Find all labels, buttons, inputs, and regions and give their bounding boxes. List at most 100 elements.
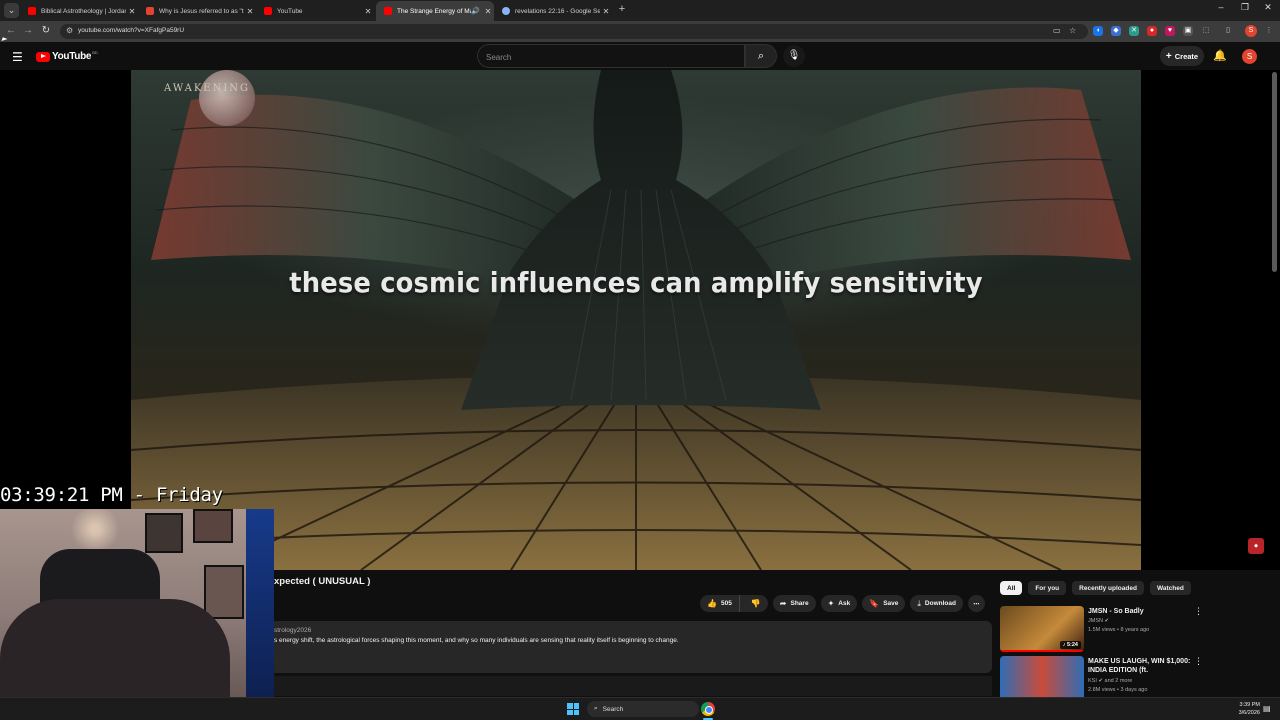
recommended-video[interactable]: ♪ 5:24 JMSN - So Badly JMSN ✔ 1.5M views…	[1000, 606, 1260, 654]
webcam-overlay	[0, 509, 274, 720]
ask-button[interactable]: ✦ Ask	[820, 595, 858, 612]
extension-icon[interactable]: ▣	[1183, 26, 1193, 36]
minimize-icon[interactable]: –	[1210, 2, 1232, 12]
close-window-icon[interactable]: ✕	[1257, 2, 1279, 13]
back-icon[interactable]: ←	[4, 24, 18, 38]
logo-country-code: BD	[92, 50, 98, 55]
browser-profile-avatar[interactable]: S	[1245, 25, 1257, 37]
verified-icon: ✔	[1104, 618, 1110, 624]
ask-label: Ask	[838, 600, 851, 607]
taskbar-search[interactable]: ⌕ Search	[587, 701, 699, 717]
comments-area	[274, 676, 992, 696]
address-bar[interactable]: ⚙ youtube.com/watch?v=XFafgPa59rU ▭ ☆	[60, 24, 1088, 39]
video-thumbnail[interactable]: ♪ 5:24	[1000, 606, 1084, 652]
recommended-channel[interactable]: JMSN ✔	[1088, 618, 1109, 624]
mic-button[interactable]: 🎙	[783, 45, 805, 67]
extension-icon[interactable]: ●	[1147, 26, 1157, 36]
chip-for-you[interactable]: For you	[1028, 581, 1067, 595]
more-vertical-icon[interactable]: ⋮	[1194, 606, 1203, 617]
bookmark-star-icon[interactable]: ☆	[1069, 26, 1076, 35]
tab-close-icon[interactable]: ✕	[126, 7, 138, 16]
related-filter-chips: All For you Recently uploaded Watched	[1000, 581, 1191, 595]
blue-light-image	[246, 509, 274, 720]
notification-icon[interactable]: ▤	[1263, 704, 1271, 713]
sparkle-icon: ✦	[827, 599, 835, 608]
save-button[interactable]: 🔖 Save	[862, 595, 906, 612]
search-button[interactable]: ⌕	[745, 44, 777, 68]
chip-watched[interactable]: Watched	[1149, 581, 1191, 595]
tab-close-icon[interactable]: ✕	[600, 7, 612, 16]
video-thumbnail[interactable]	[1000, 656, 1084, 702]
extension-icon[interactable]: ◆	[1111, 26, 1121, 36]
tab-close-icon[interactable]: ✕	[362, 7, 374, 16]
browser-tab[interactable]: Why is Jesus referred to as "the ✕	[138, 1, 256, 21]
clock-overlay: 03:39:21 PM - Friday	[0, 484, 223, 506]
chrome-taskbar-icon[interactable]	[701, 702, 715, 716]
recommended-meta: 2.8M views • 3 days ago	[1088, 687, 1148, 693]
more-vertical-icon[interactable]: ⋮	[1194, 656, 1203, 667]
search-input[interactable]	[486, 51, 736, 63]
dislike-button[interactable]: 👎	[744, 595, 768, 612]
url-text: youtube.com/watch?v=XFafgPa59rU	[78, 27, 185, 34]
tab-close-icon[interactable]: ✕	[482, 7, 494, 16]
tab-close-icon[interactable]: ✕	[244, 7, 256, 16]
video-title: xpected ( UNUSUAL )	[274, 576, 371, 587]
search-icon: ⌕	[594, 705, 598, 712]
video-duration: ♪ 5:24	[1059, 641, 1081, 649]
channel-branding-icon[interactable]: ◆	[1248, 538, 1264, 554]
browser-tab[interactable]: revelations 22:16 - Google Sea ✕	[494, 1, 612, 21]
bell-icon[interactable]: 🔔	[1213, 49, 1227, 62]
tab-title: The Strange Energy of Marc	[397, 7, 472, 15]
description-box[interactable]: strology2026 s energy shift, the astrolo…	[274, 621, 992, 673]
tab-search-icon[interactable]: ⌄	[4, 3, 19, 18]
maximize-icon[interactable]: ❐	[1234, 2, 1256, 13]
youtube-favicon-icon	[28, 7, 36, 15]
chip-recently-uploaded[interactable]: Recently uploaded	[1072, 581, 1144, 595]
recommended-title[interactable]: MAKE US LAUGH, WIN $1,000: INDIA EDITION…	[1088, 657, 1192, 675]
mic-icon: 🎙	[787, 50, 801, 61]
system-time: 3:39 PM	[1239, 702, 1260, 708]
verified-icon: ✔	[1098, 678, 1104, 684]
extension-icon[interactable]: ◖	[1093, 26, 1103, 36]
browser-tab[interactable]: Biblical Astrotheology | Jordan ✕	[20, 1, 138, 21]
string-lights-image	[60, 509, 130, 549]
share-button[interactable]: ➦ Share	[772, 595, 816, 612]
youtube-logo[interactable]: YouTube BD	[36, 50, 98, 62]
site-info-icon[interactable]: ⚙	[66, 26, 73, 35]
youtube-play-icon	[36, 51, 50, 62]
new-tab-button[interactable]: +	[616, 3, 628, 17]
hamburger-icon[interactable]: ☰	[12, 50, 23, 64]
extension-icon[interactable]: ✕	[1129, 26, 1139, 36]
browser-tab[interactable]: YouTube ✕	[256, 1, 374, 21]
forward-icon[interactable]: →	[21, 24, 35, 38]
cast-icon[interactable]: ▭	[1053, 26, 1061, 35]
search-field[interactable]	[477, 44, 745, 68]
more-actions-button[interactable]: ⋯	[967, 595, 985, 612]
extension-icon[interactable]: ♥	[1165, 26, 1175, 36]
description-hashtag[interactable]: strology2026	[274, 627, 311, 634]
tab-title: YouTube	[277, 7, 303, 15]
reload-icon[interactable]: ↻	[39, 24, 53, 38]
like-button[interactable]: 👍 505	[700, 595, 740, 612]
download-button[interactable]: ⤓ Download	[910, 595, 963, 612]
browser-menu-icon[interactable]: ⋮	[1264, 26, 1274, 36]
sidepanel-icon[interactable]: ▯	[1223, 26, 1233, 36]
tab-title: revelations 22:16 - Google Sea	[515, 7, 600, 15]
bookmark-icon: 🔖	[869, 599, 880, 608]
video-frame[interactable]: AWAKENING these cosmic influences can am…	[131, 70, 1141, 570]
account-avatar[interactable]: S	[1242, 49, 1257, 64]
create-button[interactable]: + Create	[1160, 46, 1204, 66]
page-scrollbar[interactable]	[1272, 72, 1277, 272]
recommended-channel[interactable]: KSI ✔ and 2 more	[1088, 678, 1132, 684]
taskbar-search-label: Search	[602, 705, 624, 713]
site-favicon-icon	[146, 7, 154, 15]
browser-tab-active[interactable]: The Strange Energy of Marc 🔊 ✕	[376, 1, 494, 21]
speaker-icon[interactable]: 🔊	[471, 7, 480, 15]
extensions-puzzle-icon[interactable]: ⬚	[1201, 26, 1211, 36]
system-clock[interactable]: 3:39 PM 3/6/2026	[1228, 701, 1260, 717]
windows-start-icon[interactable]	[567, 703, 579, 715]
recommended-title[interactable]: JMSN - So Badly	[1088, 607, 1192, 616]
description-text: s energy shift, the astrological forces …	[274, 637, 679, 644]
chip-all[interactable]: All	[1000, 581, 1023, 595]
thumbs-up-icon: 👍	[707, 599, 717, 608]
